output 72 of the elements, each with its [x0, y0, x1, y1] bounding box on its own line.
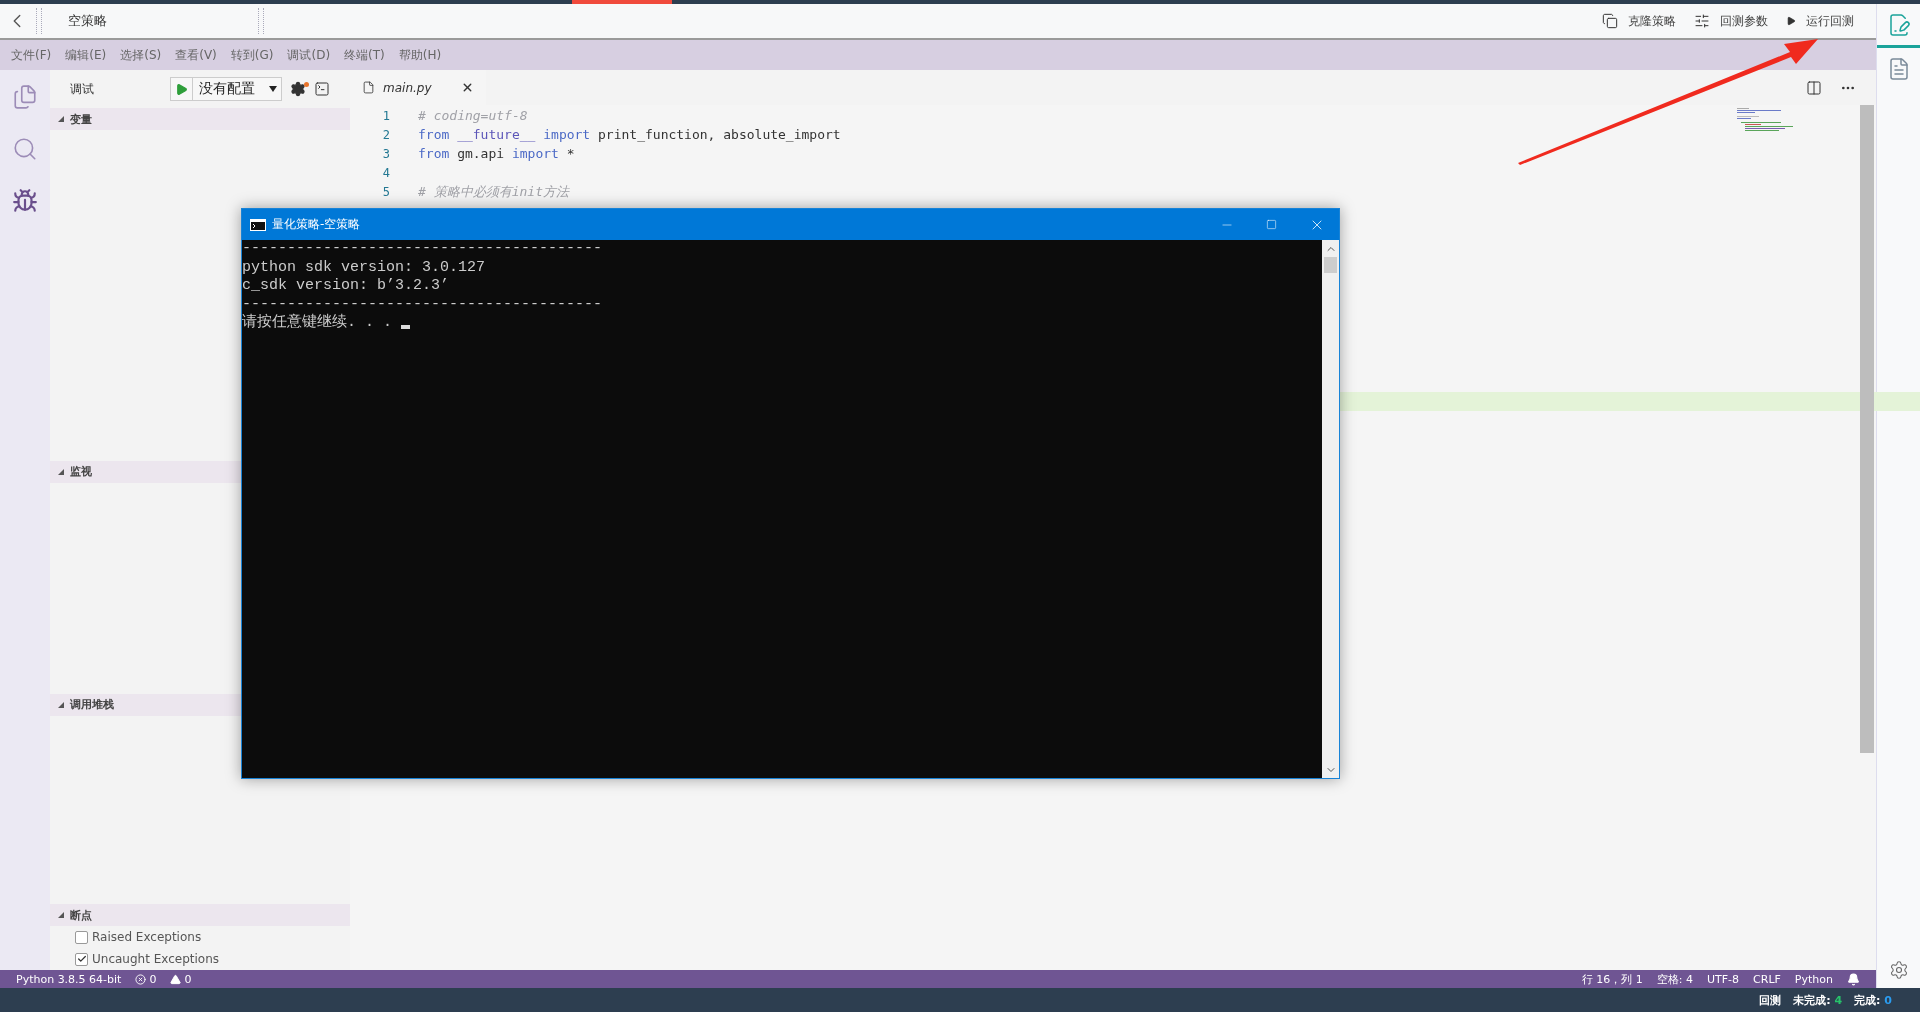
settings-icon[interactable]: [290, 81, 306, 97]
console-line: ----------------------------------------: [242, 295, 603, 313]
console-line: python sdk version: 3.0.127: [242, 258, 486, 277]
maximize-icon[interactable]: [1266, 219, 1277, 230]
status-item[interactable]: UTF-8: [1707, 972, 1740, 986]
copy-icon: [1602, 13, 1618, 29]
files-icon[interactable]: [12, 84, 38, 110]
code-line: # coding=utf-8: [418, 108, 528, 123]
menu-item[interactable]: 帮助(H): [391, 46, 449, 64]
params-button[interactable]: 回测参数: [1694, 12, 1768, 30]
console-line: ----------------------------------------: [242, 240, 603, 259]
caret-icon: [58, 701, 64, 708]
caret-icon: [58, 468, 64, 475]
split-editor-icon[interactable]: [1806, 79, 1822, 96]
warning-icon: [170, 973, 182, 985]
menu-item[interactable]: 文件(F): [4, 46, 59, 64]
strategy-title: 空策略: [67, 12, 108, 30]
bug-icon[interactable]: [12, 188, 38, 214]
window-title: 量化策略-空策略: [272, 216, 361, 233]
text-cursor: [401, 325, 410, 330]
clone-button[interactable]: 克隆策略: [1602, 12, 1676, 30]
status-item[interactable]: 行 16，列 1: [1581, 971, 1643, 987]
run-button[interactable]: 运行回测: [1786, 12, 1854, 30]
bell-icon[interactable]: [1847, 972, 1860, 986]
error-icon: [135, 973, 147, 985]
line-number: 1: [381, 108, 390, 123]
tab-label[interactable]: main.py: [383, 80, 453, 95]
menu-item[interactable]: 终端(T): [337, 46, 392, 64]
code-line: from gm.api import *: [418, 146, 575, 161]
status-item[interactable]: 空格: 4: [1656, 971, 1693, 987]
checkbox[interactable]: [75, 930, 88, 944]
warning-count: 0: [184, 972, 192, 986]
play-icon: [175, 82, 188, 96]
section-header[interactable]: 变量: [50, 108, 350, 130]
panel-title: 调试: [70, 80, 95, 98]
status-item[interactable]: CRLF: [1753, 972, 1781, 986]
close-icon[interactable]: [461, 81, 474, 94]
line-number: 4: [381, 165, 390, 180]
caret-icon: [269, 86, 277, 92]
search-icon[interactable]: [12, 136, 38, 162]
file-icon: [362, 81, 375, 94]
caret-icon: [58, 912, 64, 918]
count-label: 完成: 0: [1854, 992, 1892, 1008]
console-line: 请按任意键继续. . .: [242, 314, 393, 333]
menu-item[interactable]: 选择(S): [113, 46, 169, 64]
status-item[interactable]: Python: [1794, 972, 1833, 986]
menu-item[interactable]: 查看(V): [168, 46, 224, 64]
terminal-icon[interactable]: [314, 81, 330, 97]
line-number: 2: [381, 127, 390, 142]
sliders-icon: [1694, 13, 1710, 29]
code-line: from __future__ import print_function, absolute_import: [418, 127, 841, 142]
scroll-thumb[interactable]: [1324, 257, 1337, 273]
interpreter-status[interactable]: Python 3.8.5 64-bit: [16, 972, 122, 986]
notification-dot: [304, 82, 309, 87]
backtest-label: 回测: [1759, 992, 1782, 1008]
line-number: 5: [381, 184, 390, 199]
caret-icon: [58, 116, 64, 122]
play-icon: [1786, 16, 1796, 26]
menu-item[interactable]: 调试(D): [280, 46, 338, 64]
terminal-icon: [250, 218, 266, 231]
checkbox[interactable]: [75, 952, 88, 966]
line-number: 3: [381, 146, 390, 161]
count-label: 未完成: 4: [1793, 992, 1843, 1008]
console-line: c_sdk version: b’3.2.3’: [242, 277, 450, 296]
checkbox-label: Raised Exceptions: [92, 930, 202, 944]
error-count: 0: [149, 972, 157, 986]
scrollbar[interactable]: [1860, 105, 1874, 753]
section-header[interactable]: 断点: [50, 904, 350, 926]
menu-item[interactable]: 编辑(E): [58, 46, 114, 64]
code-line: # 策略中必须有init方法: [418, 182, 569, 201]
checkbox-label: Uncaught Exceptions: [92, 952, 219, 966]
menu-item[interactable]: 转到(G): [223, 46, 281, 64]
